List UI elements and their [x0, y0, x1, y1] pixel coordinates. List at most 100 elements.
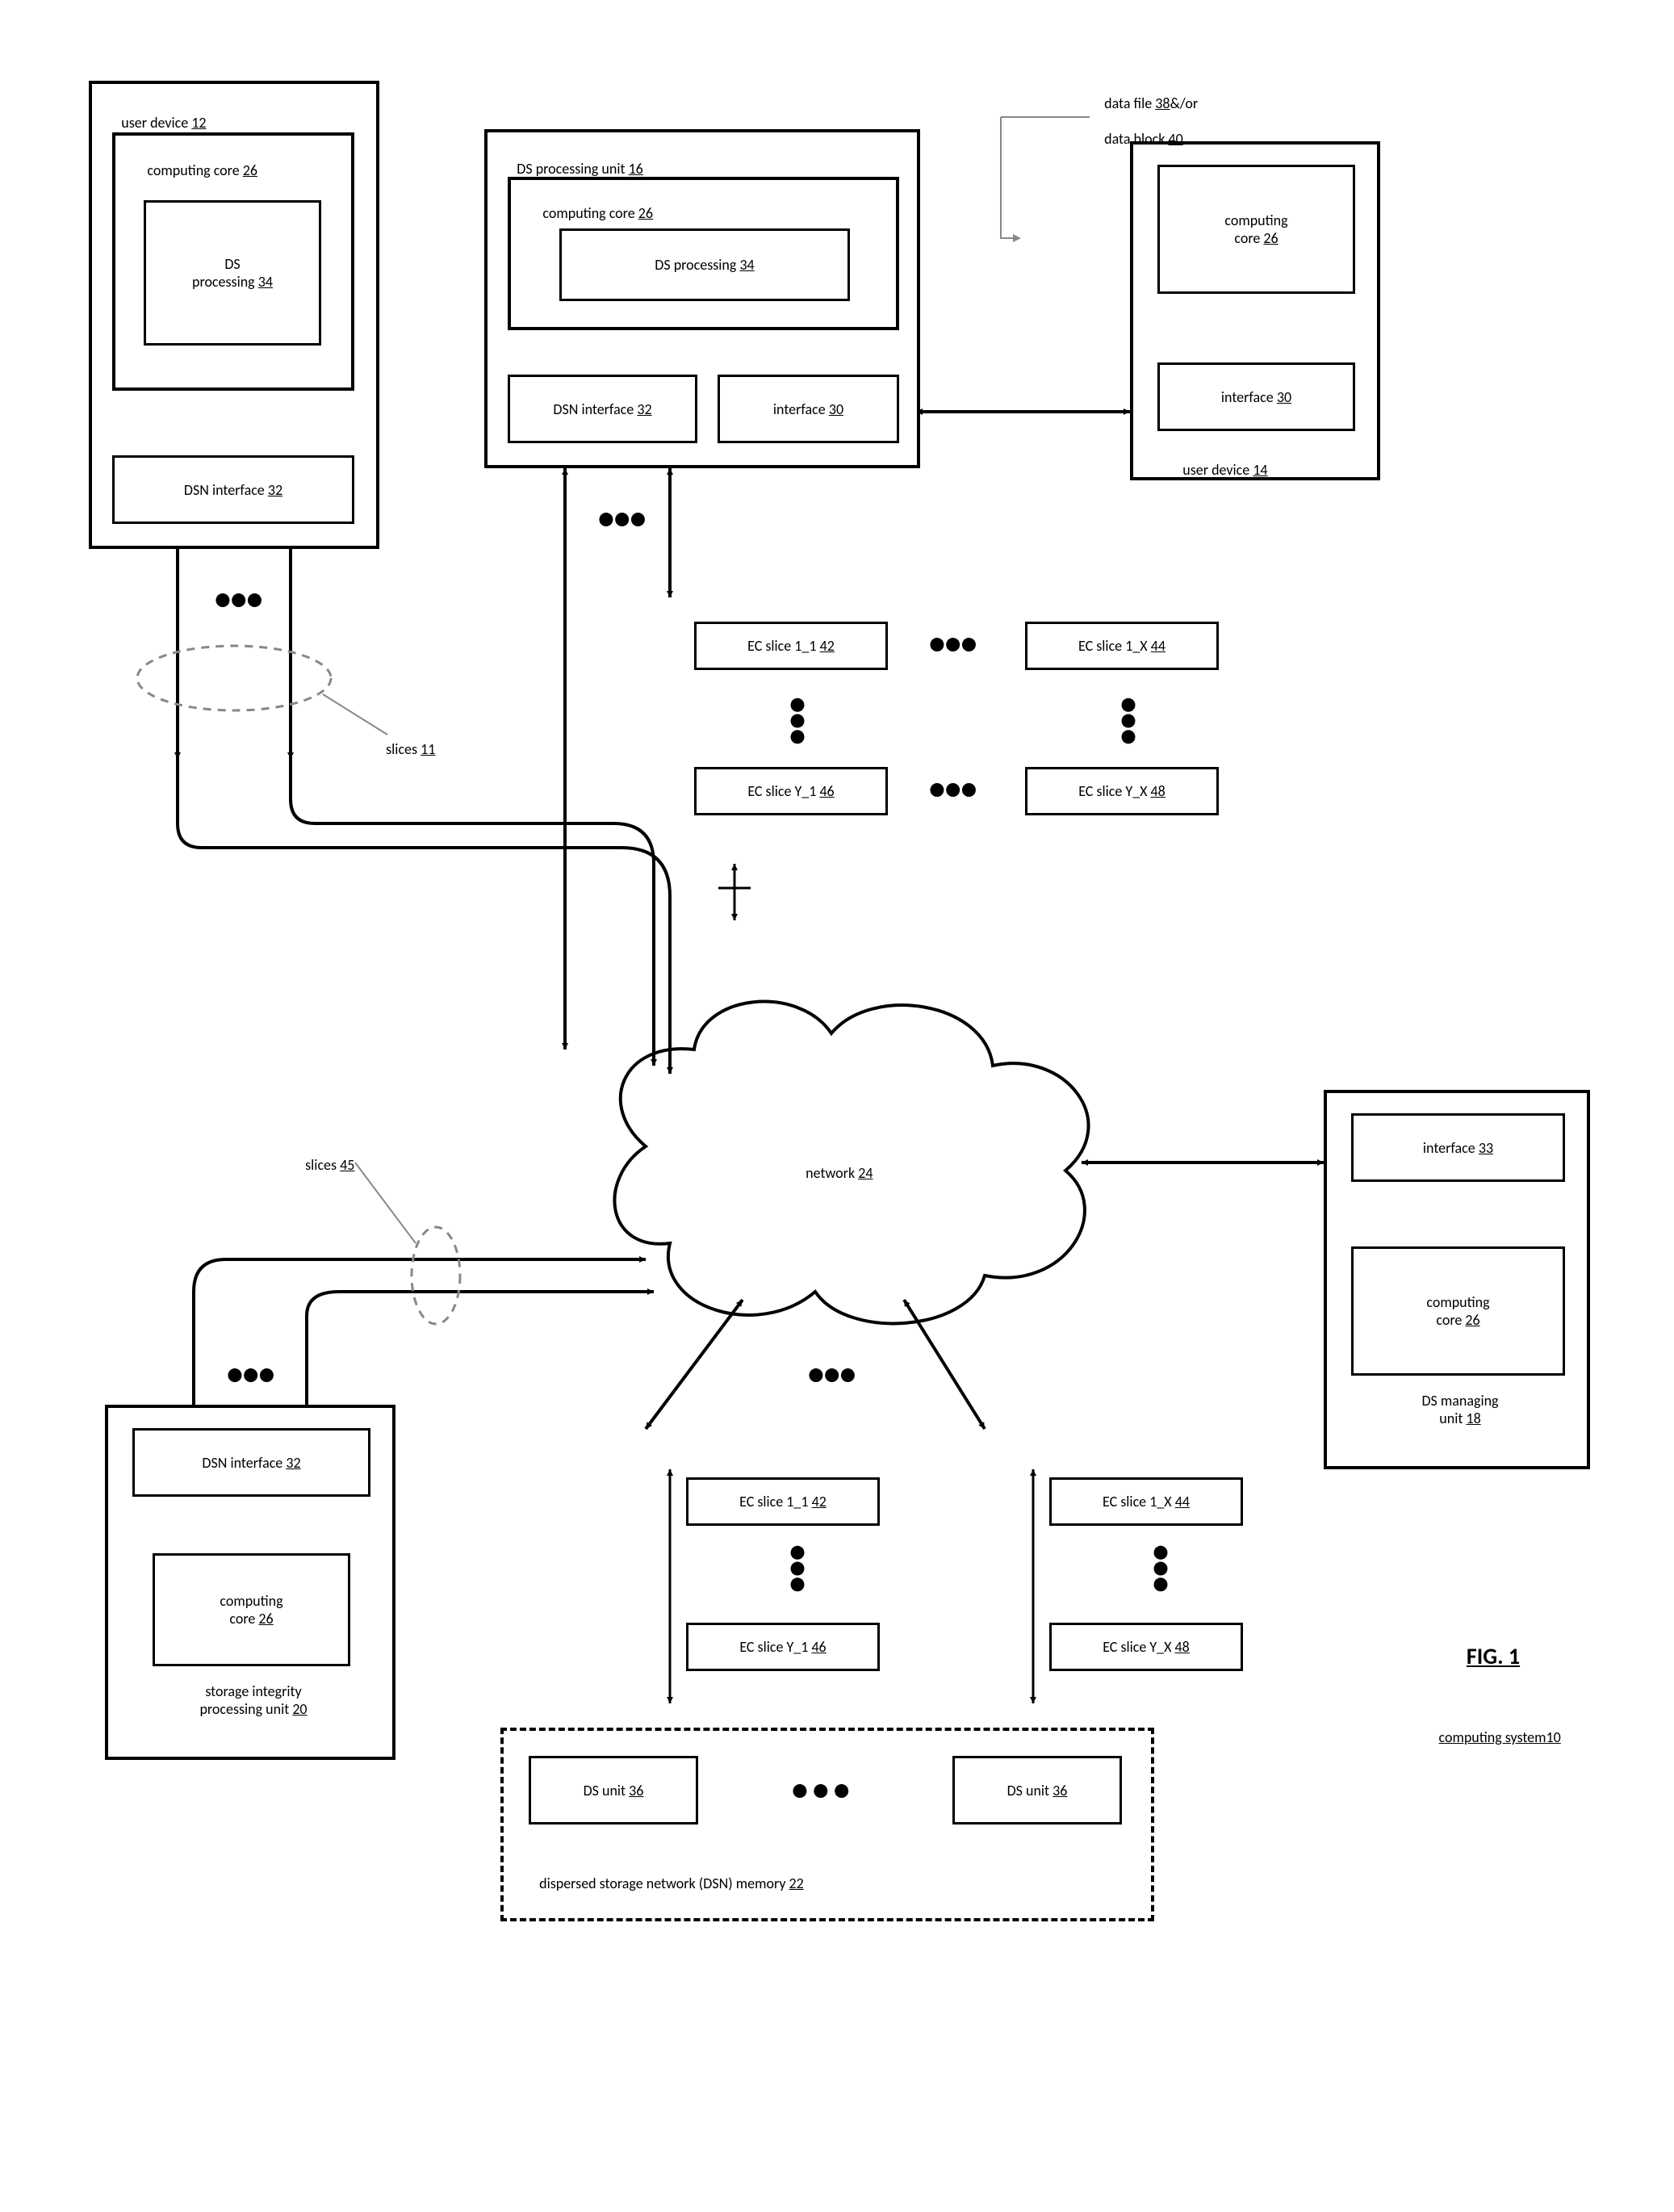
label-text: network — [806, 1164, 855, 1182]
ds-processing-unit-box: DS processing unit 16 computing core 26 … — [484, 129, 920, 468]
label-num: 12 — [191, 114, 206, 132]
label-num: 44 — [1175, 1493, 1190, 1510]
label-num: 42 — [812, 1493, 827, 1510]
num: 38 — [1155, 94, 1170, 112]
data-file-label: data file 38&/or data block 40 — [1098, 77, 1198, 148]
dsm-title: DS managing unit 18 — [1375, 1392, 1545, 1427]
label-text: storage integrity processing unit — [199, 1682, 301, 1718]
dspu-dsp-box: DS processing 34 — [559, 228, 850, 301]
label-text: slices — [386, 740, 417, 758]
network-label: network 24 — [799, 1146, 873, 1182]
dots-icon: ●●● — [214, 581, 262, 617]
fig-title: FIG. 1 — [1388, 1642, 1598, 1670]
ec-slice-y-x-upper: EC slice Y_X 48 — [1025, 767, 1219, 815]
ec-slice-1-x-upper: EC slice 1_X 44 — [1025, 622, 1219, 670]
label-text: DSN interface — [202, 1454, 282, 1472]
label-num: 24 — [858, 1164, 873, 1182]
label-num: 32 — [268, 481, 282, 499]
label-num: 16 — [629, 160, 643, 178]
si-title: storage integrity processing unit 20 — [140, 1682, 366, 1718]
label-text: EC slice 1_X — [1103, 1493, 1172, 1510]
label-num: 46 — [811, 1638, 826, 1656]
dspu-dsn-if-box: DSN interface 32 — [508, 375, 697, 443]
ds-processing-box: DS processing 34 — [144, 200, 321, 346]
dots-icon: ● ● ● — [791, 1772, 849, 1808]
label-text: computing core — [1426, 1293, 1489, 1329]
label-text: slices — [305, 1156, 337, 1174]
label-text: computing core — [147, 161, 239, 179]
dsn-interface-box: DSN interface 32 — [112, 455, 354, 524]
dspu-cc-box: computing core 26 DS processing 34 — [508, 177, 899, 330]
ud14-title: user device 14 — [1170, 443, 1268, 496]
vdots-icon: ●●● — [781, 1544, 817, 1591]
vdots-icon: ●●● — [781, 696, 817, 744]
figure-caption: FIG. 1 computing system10 — [1388, 1607, 1598, 1782]
dots-icon: ●●● — [928, 771, 976, 806]
label-num: 36 — [1053, 1782, 1067, 1799]
vdots-icon: ●●● — [1112, 696, 1148, 744]
label-num: 34 — [739, 256, 754, 274]
computing-core-box: computing core 26 DS processing 34 — [112, 132, 354, 391]
label-text: DS processing — [192, 255, 255, 291]
label-text: EC slice Y_1 — [739, 1638, 808, 1656]
ec-slice-y-x-lower: EC slice Y_X 48 — [1049, 1623, 1243, 1671]
ec-slice-1-x-lower: EC slice 1_X 44 — [1049, 1477, 1243, 1526]
ec-slice-1-1-upper: EC slice 1_1 42 — [694, 622, 888, 670]
label-text: interface — [773, 400, 826, 418]
label-num: 26 — [1465, 1311, 1479, 1329]
label-text: DS processing unit — [517, 160, 625, 178]
label-text: DS unit — [1007, 1782, 1050, 1799]
label-num: 32 — [637, 400, 651, 418]
slices-45-label: slices 45 — [299, 1138, 354, 1174]
label-text: DSN interface — [553, 400, 634, 418]
label-num: 26 — [243, 161, 257, 179]
label-num: 11 — [421, 740, 435, 758]
user-device-14-box: computing core 26 interface 30 user devi… — [1130, 141, 1380, 480]
label-num: 14 — [1253, 461, 1267, 479]
num: 40 — [1169, 130, 1183, 148]
label-text: DS processing — [655, 256, 736, 274]
ec-slice-y-1-upper: EC slice Y_1 46 — [694, 767, 888, 815]
label-text: EC slice 1_1 — [747, 637, 816, 655]
label-num: 32 — [286, 1454, 300, 1472]
diagram-canvas: user device 12 computing core 26 DS proc… — [32, 32, 1642, 2180]
label-text: computing core — [1224, 212, 1287, 247]
label-num: 48 — [1151, 782, 1166, 800]
label-num: 30 — [829, 400, 843, 418]
label-text: interface — [1221, 388, 1274, 406]
label-text: EC slice Y_X — [1078, 782, 1147, 800]
label-text: user device — [1182, 461, 1249, 479]
label-text: EC slice Y_1 — [747, 782, 816, 800]
label-num: 46 — [819, 782, 834, 800]
label-text: DSN interface — [184, 481, 265, 499]
slices-11-label: slices 11 — [379, 723, 435, 758]
dots-icon: ●●● — [226, 1356, 274, 1392]
si-cc-box: computing core 26 — [153, 1553, 350, 1666]
label-num: 20 — [292, 1700, 307, 1718]
label-num: 22 — [789, 1875, 804, 1892]
label-text: user device — [121, 114, 188, 132]
ds-unit-box-2: DS unit 36 — [952, 1756, 1122, 1824]
label-text: interface — [1423, 1139, 1475, 1157]
label-text: EC slice Y_X — [1103, 1638, 1171, 1656]
dots-icon: ●●● — [597, 501, 645, 536]
fig-sub-num: 10 — [1546, 1728, 1561, 1746]
dspu-if30-box: interface 30 — [718, 375, 899, 443]
label-text: dispersed storage network (DSN) memory — [539, 1875, 785, 1892]
label-text: DS unit — [584, 1782, 626, 1799]
label-num: 30 — [1277, 388, 1291, 406]
label-num: 33 — [1479, 1139, 1493, 1157]
ds-managing-unit-box: interface 33 computing core 26 DS managi… — [1324, 1090, 1590, 1469]
label-num: 36 — [629, 1782, 643, 1799]
label-num: 34 — [258, 273, 273, 291]
cc-label: computing core 26 — [128, 144, 257, 197]
ec-slice-1-1-lower: EC slice 1_1 42 — [686, 1477, 880, 1526]
dsm-if-box: interface 33 — [1351, 1113, 1565, 1182]
label-text: DS managing unit — [1421, 1392, 1498, 1427]
ud14-cc-box: computing core 26 — [1157, 165, 1355, 294]
dsm-cc-box: computing core 26 — [1351, 1246, 1565, 1376]
label-num: 26 — [1263, 229, 1278, 247]
label-num: 18 — [1466, 1410, 1480, 1427]
fig-sub: computing system — [1439, 1728, 1546, 1746]
ud14-if-box: interface 30 — [1157, 362, 1355, 431]
